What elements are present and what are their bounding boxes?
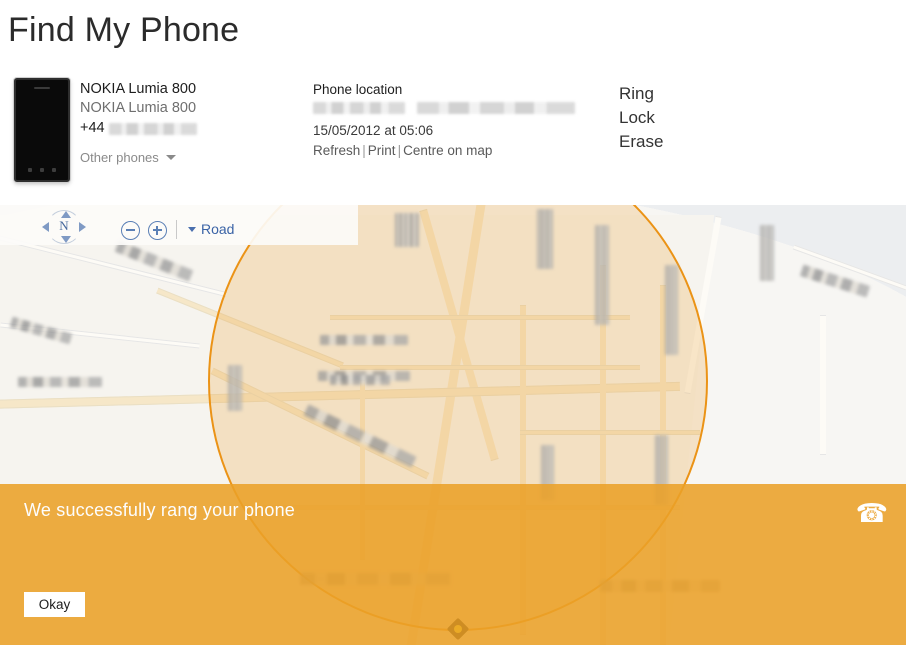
- address-redacted-part-2: [417, 102, 576, 114]
- map-street-label: [537, 209, 553, 269]
- zoom-in-icon[interactable]: [148, 221, 167, 240]
- phone-number-prefix: +44: [80, 120, 105, 136]
- phone-thumbnail-image: [14, 78, 70, 182]
- phone-number-redacted: [108, 122, 197, 135]
- erase-action[interactable]: Erase: [619, 130, 663, 154]
- address-redacted-part-1: [313, 102, 405, 114]
- link-separator-1: |: [362, 143, 366, 158]
- okay-button[interactable]: Okay: [24, 592, 85, 617]
- device-phone-number: +44: [80, 119, 300, 138]
- device-name: NOKIA Lumia 800: [80, 81, 197, 97]
- map-view-mode-dropdown[interactable]: Road: [188, 221, 234, 237]
- map-street-label: [760, 225, 774, 281]
- link-separator-2: |: [397, 143, 402, 158]
- compass-pan-down-icon[interactable]: [61, 236, 71, 243]
- phone-location-heading: Phone location: [313, 82, 403, 97]
- ring-confirmation-banner: We successfully rang your phone Okay ☎: [0, 484, 906, 645]
- device-model: NOKIA Lumia 800: [80, 100, 197, 116]
- print-link[interactable]: Print: [368, 143, 396, 158]
- map-street-label: [320, 335, 408, 345]
- phone-buttons-row: [16, 168, 68, 172]
- map-street-label: [228, 365, 242, 411]
- device-thumbnail-column: [8, 78, 78, 182]
- banner-message: We successfully rang your phone: [24, 500, 296, 520]
- map-view-mode-label: Road: [201, 221, 235, 237]
- phone-icon: ☎: [855, 498, 888, 528]
- compass-rose-icon[interactable]: N: [38, 210, 90, 252]
- address-line: [313, 101, 593, 119]
- location-timestamp: 15/05/2012 at 05:06: [313, 123, 434, 138]
- map-street-label: [330, 375, 390, 385]
- device-actions: Ring Lock Erase: [619, 82, 663, 154]
- map-street-label: [595, 225, 609, 325]
- compass-north-label: N: [59, 218, 69, 233]
- lock-action[interactable]: Lock: [619, 106, 663, 130]
- map-street-label: [18, 377, 102, 387]
- ring-action[interactable]: Ring: [619, 82, 663, 106]
- map-street-label: [665, 265, 678, 355]
- centre-on-map-link[interactable]: Centre on map: [403, 143, 492, 158]
- phone-speaker-icon: [34, 87, 50, 89]
- compass-pan-up-icon[interactable]: [61, 211, 71, 218]
- find-my-phone-page: Find My Phone NOKIA Lumia 800 NOKIA Lumi…: [0, 0, 916, 645]
- other-phones-dropdown[interactable]: Other phones: [80, 150, 176, 165]
- location-links: Refresh | Print | Centre on map: [313, 141, 593, 161]
- chevron-down-icon: [188, 226, 196, 232]
- map-street-label: [395, 213, 419, 247]
- controls-divider: [176, 220, 177, 239]
- phone-location-panel: Phone location 15/05/2012 at 05:06 Refre…: [313, 81, 593, 161]
- chevron-down-icon: [165, 155, 176, 160]
- device-info: NOKIA Lumia 800 NOKIA Lumia 800 +44: [80, 80, 300, 138]
- refresh-link[interactable]: Refresh: [313, 143, 360, 158]
- other-phones-label: Other phones: [80, 150, 159, 165]
- page-title: Find My Phone: [8, 11, 240, 49]
- map-road: [820, 315, 826, 455]
- zoom-out-icon[interactable]: [121, 221, 140, 240]
